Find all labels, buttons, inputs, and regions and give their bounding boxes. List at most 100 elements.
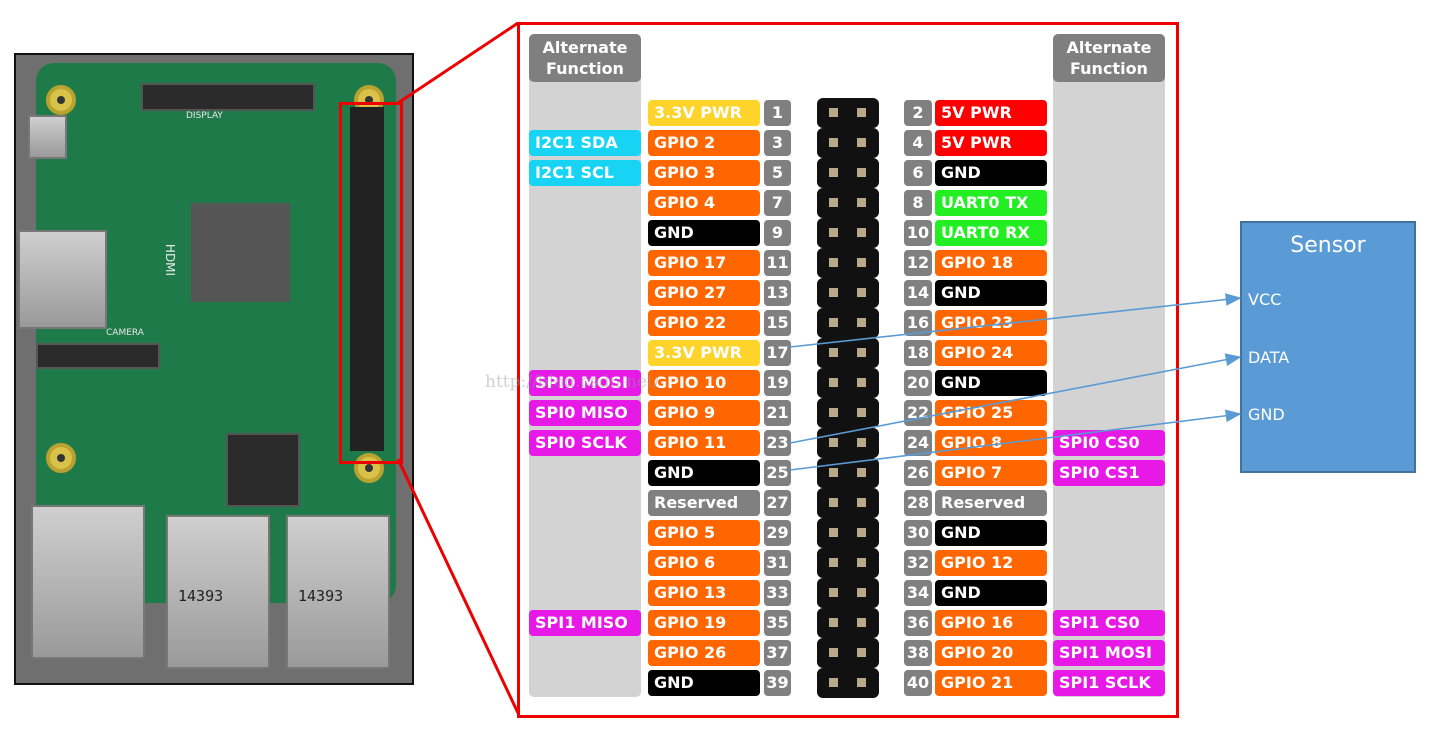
- sensor-title: Sensor: [1290, 233, 1366, 258]
- alt-function-label: I2C1 SCL: [529, 160, 641, 186]
- pin-label: GPIO 16: [935, 610, 1047, 636]
- pin-label: GPIO 7: [935, 460, 1047, 486]
- header-pin-pair: [817, 428, 879, 458]
- alt-function-label: I2C1 SDA: [529, 130, 641, 156]
- pin-label: GND: [935, 280, 1047, 306]
- pin-label: GPIO 11: [648, 430, 760, 456]
- pin-number: 35: [764, 610, 791, 636]
- header-pin-pair: [817, 278, 879, 308]
- pin-label: GND: [648, 460, 760, 486]
- pin-number: 24: [904, 430, 932, 456]
- header-pin-pair: [817, 248, 879, 278]
- header-pin-pair: [817, 638, 879, 668]
- pin-number: 11: [764, 250, 791, 276]
- callout-line-top: [397, 21, 519, 105]
- pin-number: 39: [764, 670, 791, 696]
- pin-number: 19: [764, 370, 791, 396]
- pin-label: GPIO 27: [648, 280, 760, 306]
- pin-label: GND: [935, 160, 1047, 186]
- header-pin-pair: [817, 98, 879, 128]
- alt-function-column-right: [1053, 34, 1165, 697]
- pin-label: 5V PWR: [935, 130, 1047, 156]
- pin-label: GPIO 4: [648, 190, 760, 216]
- alt-function-label: SPI0 CS0: [1053, 430, 1165, 456]
- pin-number: 28: [904, 490, 932, 516]
- pin-number: 40: [904, 670, 932, 696]
- alt-function-header-left: Alternate Function: [529, 34, 641, 82]
- pin-number: 9: [764, 220, 791, 246]
- pin-label: GPIO 3: [648, 160, 760, 186]
- pin-label: GPIO 17: [648, 250, 760, 276]
- pin-label: 5V PWR: [935, 100, 1047, 126]
- header-pin-pair: [817, 188, 879, 218]
- pin-label: GPIO 13: [648, 580, 760, 606]
- pin-label: GPIO 19: [648, 610, 760, 636]
- alt-function-label: SPI0 MISO: [529, 400, 641, 426]
- pin-label: GND: [935, 520, 1047, 546]
- pin-number: 10: [904, 220, 932, 246]
- header-pin-pair: [817, 338, 879, 368]
- header-pin-pair: [817, 488, 879, 518]
- pin-number: 2: [904, 100, 932, 126]
- pin-label: GPIO 26: [648, 640, 760, 666]
- pin-number: 36: [904, 610, 932, 636]
- pin-label: GPIO 24: [935, 340, 1047, 366]
- pin-label: UART0 RX: [935, 220, 1047, 246]
- pin-number: 29: [764, 520, 791, 546]
- sensor-pin-gnd: GND: [1248, 405, 1285, 424]
- pin-label: GPIO 18: [935, 250, 1047, 276]
- pin-number: 13: [764, 280, 791, 306]
- pin-number: 34: [904, 580, 932, 606]
- pin-number: 1: [764, 100, 791, 126]
- pin-label: GPIO 12: [935, 550, 1047, 576]
- pin-number: 6: [904, 160, 932, 186]
- pin-label: Reserved: [648, 490, 760, 516]
- pin-label: GPIO 21: [935, 670, 1047, 696]
- pin-number: 15: [764, 310, 791, 336]
- pin-label: GPIO 9: [648, 400, 760, 426]
- header-pin-pair: [817, 158, 879, 188]
- callout-line-bottom: [396, 458, 520, 714]
- pin-label: GPIO 6: [648, 550, 760, 576]
- pin-label: GPIO 25: [935, 400, 1047, 426]
- sensor-box: Sensor VCC DATA GND: [1240, 221, 1416, 473]
- sensor-pin-vcc: VCC: [1248, 290, 1282, 309]
- alt-function-label: SPI1 MOSI: [1053, 640, 1165, 666]
- header-pin-pair: [817, 548, 879, 578]
- header-pin-pair: [817, 458, 879, 488]
- header-pin-pair: [817, 518, 879, 548]
- alt-function-header-right: Alternate Function: [1053, 34, 1165, 82]
- pin-number: 22: [904, 400, 932, 426]
- pin-label: UART0 TX: [935, 190, 1047, 216]
- pin-number: 14: [904, 280, 932, 306]
- watermark: http://blog.csdn.net/: [485, 372, 660, 392]
- header-pin-pair: [817, 578, 879, 608]
- header-pin-pair: [817, 398, 879, 428]
- pin-number: 23: [764, 430, 791, 456]
- alt-function-label: SPI0 SCLK: [529, 430, 641, 456]
- header-pin-pair: [817, 218, 879, 248]
- pin-number: 18: [904, 340, 932, 366]
- sensor-pin-data: DATA: [1248, 348, 1290, 367]
- header-pin-pair: [817, 308, 879, 338]
- alt-function-label: SPI1 MISO: [529, 610, 641, 636]
- pin-number: 37: [764, 640, 791, 666]
- pin-number: 38: [904, 640, 932, 666]
- header-pin-pair: [817, 608, 879, 638]
- header-pin-pair: [817, 368, 879, 398]
- pin-number: 25: [764, 460, 791, 486]
- pin-number: 16: [904, 310, 932, 336]
- pin-label: GPIO 2: [648, 130, 760, 156]
- header-pin-pair: [817, 128, 879, 158]
- pin-number: 3: [764, 130, 791, 156]
- pin-number: 17: [764, 340, 791, 366]
- pin-number: 32: [904, 550, 932, 576]
- pin-label: GPIO 20: [935, 640, 1047, 666]
- pin-label: GPIO 8: [935, 430, 1047, 456]
- pin-number: 26: [904, 460, 932, 486]
- pin-label: GND: [648, 220, 760, 246]
- pin-label: GPIO 5: [648, 520, 760, 546]
- pin-label: Reserved: [935, 490, 1047, 516]
- alt-function-label: SPI1 SCLK: [1053, 670, 1165, 696]
- alt-function-label: SPI0 CS1: [1053, 460, 1165, 486]
